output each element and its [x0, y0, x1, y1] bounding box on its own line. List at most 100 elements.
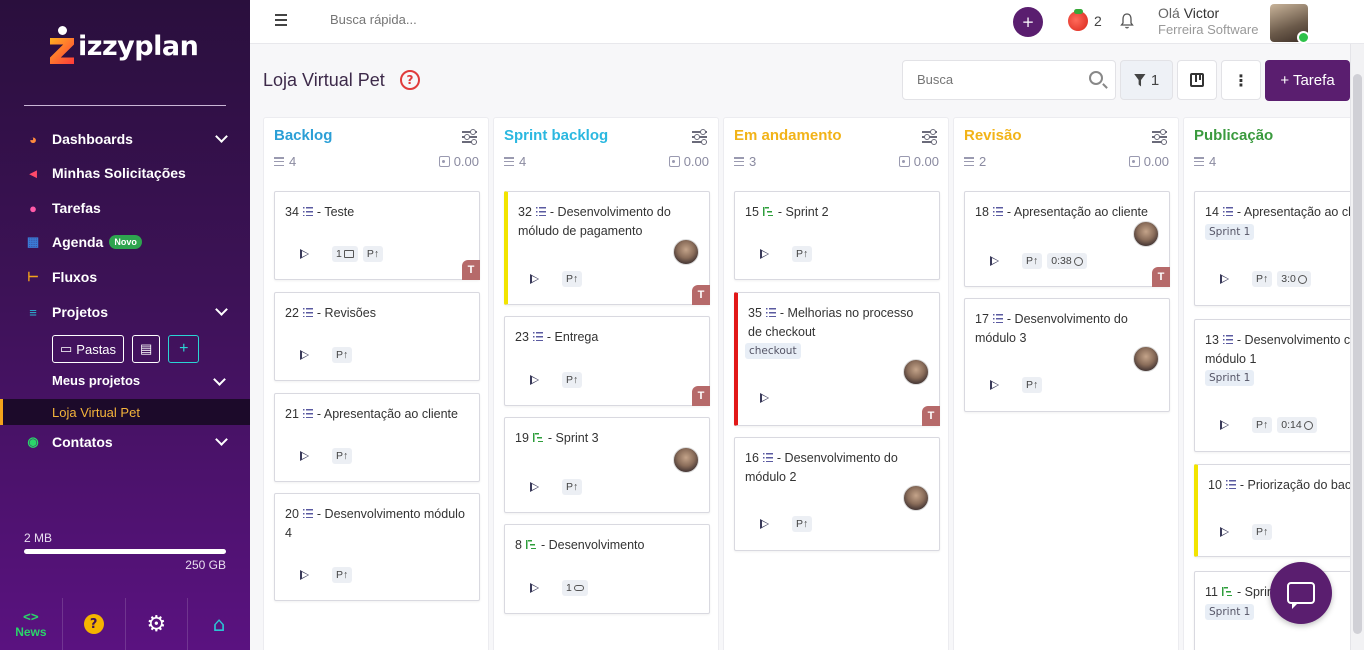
sidebar-item-fluxos[interactable]: ⊢ Fluxos	[0, 262, 250, 292]
column-settings-icon[interactable]	[462, 129, 477, 145]
task-card-18[interactable]: 18- Apresentação ao cliente P↑ 0:38 T	[964, 191, 1170, 287]
news-button[interactable]: <> News	[0, 598, 63, 650]
sidebar-bottom-bar: <> News ? ⚙ ⌂	[0, 598, 250, 650]
column-settings-icon[interactable]	[1152, 129, 1167, 145]
task-icon	[1222, 207, 1233, 217]
izzyplan-logo[interactable]: izzyplan	[48, 24, 199, 68]
new-task-button[interactable]: + Tarefa	[1265, 60, 1350, 101]
play-icon[interactable]	[990, 380, 999, 390]
task-card-20[interactable]: 20- Desenvolvimento módulo 4 P↑	[274, 493, 480, 601]
sidebar-item-projetos[interactable]: ≡ Projetos	[0, 297, 250, 327]
card-chips: P↑	[562, 479, 583, 495]
board-search-input[interactable]	[917, 72, 1077, 87]
task-card-19[interactable]: 19- Sprint 3 P↑	[504, 417, 710, 513]
play-icon[interactable]	[760, 393, 769, 403]
play-icon[interactable]	[990, 256, 999, 266]
sidebar-item-agenda[interactable]: ▦ Agenda Novo	[0, 227, 250, 257]
assignee-avatar[interactable]	[673, 447, 699, 473]
archive-button[interactable]: ▤	[132, 335, 161, 363]
contacts-icon: ◉	[27, 434, 39, 449]
task-icon	[1222, 335, 1233, 345]
card-chips: P↑	[792, 246, 813, 262]
help-button[interactable]: ?	[63, 598, 126, 650]
sidebar-item-label: Minhas Solicitações	[52, 165, 186, 181]
task-card-8[interactable]: 8- Desenvolvimento 1	[504, 524, 710, 614]
board-scrollbar[interactable]	[1350, 44, 1364, 650]
hamburger-menu-icon[interactable]	[275, 14, 287, 26]
my-projects-toggle[interactable]: Meus projetos	[52, 373, 232, 388]
quick-add-button[interactable]: +	[1013, 7, 1043, 37]
card-chips: P↑	[792, 516, 813, 532]
assignee-avatar[interactable]	[903, 359, 929, 385]
task-card-21[interactable]: 21- Apresentação ao cliente P↑	[274, 393, 480, 482]
pomodoro-tomato-icon[interactable]	[1068, 9, 1088, 31]
column-settings-icon[interactable]	[692, 129, 707, 145]
add-project-button[interactable]: +	[168, 335, 200, 363]
task-card-22[interactable]: 22- Revisões P↑	[274, 292, 480, 381]
task-card-34[interactable]: 34- Teste 1 P↑ T	[274, 191, 480, 280]
bell-icon[interactable]	[1119, 12, 1135, 30]
play-icon[interactable]	[300, 249, 309, 259]
comments-chip: 1	[332, 246, 358, 262]
search-icon[interactable]	[1089, 71, 1103, 85]
task-card-16[interactable]: 16- Desenvolvimento do módulo 2 P↑	[734, 437, 940, 551]
sidebar-project-loja-virtual-pet[interactable]: Loja Virtual Pet	[0, 399, 250, 425]
card-chips: P↑	[562, 271, 583, 287]
play-icon[interactable]	[530, 274, 539, 284]
play-icon[interactable]	[530, 583, 539, 593]
code-icon: <>	[23, 609, 39, 625]
owner-badge: T	[1152, 267, 1170, 287]
settings-button[interactable]: ⚙	[126, 598, 189, 650]
owner-badge: T	[692, 285, 710, 305]
filter-button[interactable]: 1	[1120, 60, 1173, 100]
task-card-14[interactable]: 14- Apresentação ao cl Sprint 1 P↑ 3:0	[1194, 191, 1350, 306]
home-button[interactable]: ⌂	[188, 598, 250, 650]
assignee-avatar[interactable]	[903, 485, 929, 511]
play-icon[interactable]	[530, 375, 539, 385]
column-settings-icon[interactable]	[922, 129, 937, 145]
more-options-button[interactable]: ⋮	[1221, 60, 1261, 100]
task-card-17[interactable]: 17- Desenvolvimento do módulo 3 P↑	[964, 298, 1170, 412]
sidebar-item-dashboards[interactable]: ◕ Dashboards	[0, 124, 250, 154]
play-icon[interactable]	[300, 350, 309, 360]
user-avatar[interactable]	[1270, 4, 1310, 44]
quick-search-input[interactable]	[330, 12, 630, 27]
sidebar-item-minhas-solicitacoes[interactable]: ◄ Minhas Solicitações	[0, 158, 250, 188]
task-card-32[interactable]: 32- Desenvolvimento do móludo de pagamen…	[504, 191, 710, 305]
column-task-count: 4	[1194, 154, 1216, 169]
card-title: 18- Apresentação ao cliente	[975, 205, 1148, 219]
task-card-10[interactable]: 10- Priorização do back P↑	[1194, 464, 1350, 557]
task-icon	[302, 509, 313, 519]
sidebar-item-tarefas[interactable]: ● Tarefas	[0, 193, 250, 223]
sidebar-item-contatos[interactable]: ◉ Contatos	[0, 427, 250, 457]
page-title: Loja Virtual Pet	[263, 70, 385, 90]
play-icon[interactable]	[300, 451, 309, 461]
play-icon[interactable]	[1220, 420, 1229, 430]
task-card-13[interactable]: 13- Desenvolvimento c módulo 1 Sprint 1 …	[1194, 319, 1350, 452]
assignee-avatar[interactable]	[1133, 221, 1159, 247]
help-icon[interactable]: ?	[400, 70, 420, 90]
card-title: 16- Desenvolvimento do módulo 2	[745, 451, 898, 484]
play-icon[interactable]	[1220, 527, 1229, 537]
task-card-23[interactable]: 23- Entrega P↑ T	[504, 316, 710, 406]
column-points: 0.00	[668, 154, 709, 169]
task-card-35[interactable]: 35- Melhorias no processo de checkout ch…	[734, 292, 940, 426]
card-chips: P↑	[1252, 524, 1273, 540]
folders-button[interactable]: ▭ Pastas	[52, 335, 125, 363]
card-title: 17- Desenvolvimento do módulo 3	[975, 312, 1128, 345]
play-icon[interactable]	[760, 519, 769, 529]
assignee-avatar[interactable]	[673, 239, 699, 265]
clock-icon	[1297, 274, 1307, 284]
play-icon[interactable]	[760, 249, 769, 259]
chat-button[interactable]	[1270, 562, 1332, 624]
play-icon[interactable]	[1220, 274, 1229, 284]
kanban-view-button[interactable]	[1177, 60, 1217, 100]
task-card-15[interactable]: 15- Sprint 2 P↑	[734, 191, 940, 280]
column-title: Backlog	[274, 127, 333, 144]
home-icon: ⌂	[212, 612, 226, 636]
play-icon[interactable]	[300, 570, 309, 580]
priority-chip: P↑	[562, 372, 583, 388]
scrollbar-thumb[interactable]	[1353, 74, 1362, 634]
play-icon[interactable]	[530, 482, 539, 492]
assignee-avatar[interactable]	[1133, 346, 1159, 372]
